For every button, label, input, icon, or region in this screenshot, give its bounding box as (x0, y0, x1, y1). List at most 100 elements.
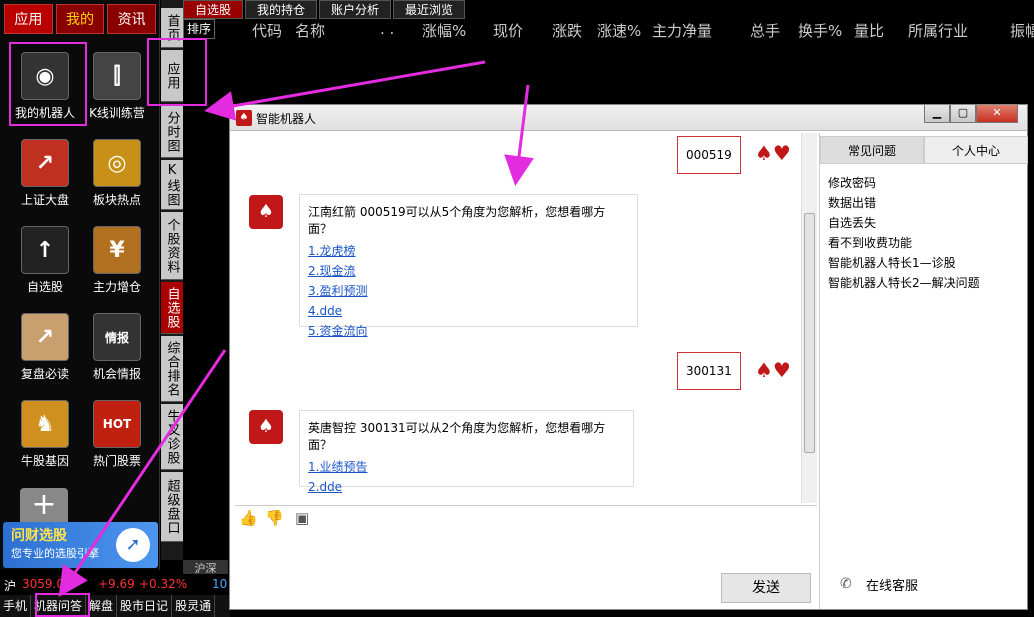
column-header[interactable]: 涨幅% (422, 20, 466, 41)
faq-item[interactable]: 修改密码 (828, 173, 1024, 193)
tab-account-analysis[interactable]: 账户分析 (319, 0, 392, 19)
window-titlebar[interactable]: ♠ 智能机器人 ▁ ▢ ✕ (230, 105, 1027, 131)
tab-personal-center[interactable]: 个人中心 (924, 136, 1028, 164)
faq-item[interactable]: 看不到收费功能 (828, 233, 1024, 253)
app-tile[interactable]: ↗ 复盘必读 (10, 303, 80, 383)
vtab-item[interactable]: 分时图 (161, 106, 183, 158)
hushen-tab[interactable]: 沪深 (183, 560, 228, 575)
column-header[interactable]: 换手% (798, 20, 842, 41)
app-label: 主力增仓 (92, 280, 141, 294)
app-tile[interactable]: ¥ 主力增仓 (82, 216, 152, 296)
annotation-box (35, 593, 90, 617)
link-earnings-preview[interactable]: 1.业绩预告 (308, 457, 625, 477)
app-label: K线训练营 (89, 106, 145, 120)
faq-item[interactable]: 数据出错 (828, 193, 1024, 213)
window-title: 智能机器人 (256, 112, 317, 126)
tab-apps[interactable]: 应用 (4, 4, 53, 34)
app-label: 上证大盘 (20, 193, 69, 207)
thumbs-down-icon[interactable]: 👎 (265, 509, 284, 527)
chat-area: 000519 ♠♥ ♠ 江南红箭 000519可以从5个角度为您解析，您想看哪方… (235, 133, 817, 505)
tab-watchlist[interactable]: 自选股 (183, 0, 244, 19)
analysis-button[interactable]: 解盘 (86, 595, 118, 617)
gulingtong-button[interactable]: 股灵通 (172, 595, 216, 617)
column-header[interactable]: 名称 (295, 20, 325, 41)
app-tile[interactable]: ↑ 自选股 (10, 216, 80, 296)
column-header[interactable]: 涨速% (597, 20, 641, 41)
robot-chat-window: ♠ 智能机器人 ▁ ▢ ✕ 000519 ♠♥ ♠ 江南红箭 000519可以从… (229, 104, 1028, 610)
reply-question: 英唐智控 300131可以从2个角度为您解析，您想看哪方面？ (308, 421, 606, 452)
tab-holdings[interactable]: 我的持仓 (245, 0, 318, 19)
app-tile[interactable]: ↗ 上证大盘 (10, 129, 80, 209)
app-label: 机会情报 (92, 367, 141, 381)
column-header[interactable]: . . (380, 20, 394, 38)
minimize-button[interactable]: ▁ (924, 105, 950, 123)
vtab-item[interactable]: 综合排名 (161, 336, 183, 402)
image-icon[interactable]: ▣ (295, 509, 309, 527)
phone-button[interactable]: 手机 (0, 595, 32, 617)
chat-scrollbar[interactable] (801, 133, 817, 503)
review-icon: ↗ (21, 313, 69, 361)
link-dde[interactable]: 2.dde (308, 477, 625, 497)
app-tile[interactable]: ⫿ K线训练营 (82, 42, 152, 122)
ticker-index: 3059.0 (22, 577, 64, 591)
column-header[interactable]: 涨跌 (552, 20, 582, 41)
send-button[interactable]: 发送 (721, 573, 811, 603)
faq-item[interactable]: 智能机器人特长2—解决问题 (828, 273, 1024, 293)
faq-item[interactable]: 自选丢失 (828, 213, 1024, 233)
ticker-market: 沪 (4, 579, 17, 593)
rocket-icon: ➚ (116, 528, 150, 562)
side-panel: 常见问题 个人中心 修改密码 数据出错 自选丢失 看不到收费功能 智能机器人特长1—诊股… (819, 133, 1028, 609)
app-tile[interactable]: ◎ 板块热点 (82, 129, 152, 209)
column-header[interactable]: 总手 (750, 20, 780, 41)
diary-button[interactable]: 股市日记 (117, 595, 173, 617)
app-tile[interactable]: 情报 机会情报 (82, 303, 152, 383)
app-tile[interactable]: ♞ 牛股基因 (10, 390, 80, 470)
add-app-button[interactable]: + (20, 488, 68, 522)
faq-item[interactable]: 智能机器人特长1—诊股 (828, 253, 1024, 273)
close-button[interactable]: ✕ (976, 105, 1018, 123)
thumbs-up-icon[interactable]: 👍 (239, 509, 258, 527)
user-message: 000519 (677, 136, 741, 174)
column-header[interactable]: 量比 (854, 20, 884, 41)
tab-mine[interactable]: 我的 (55, 4, 105, 34)
vtab-item[interactable]: 超级盘口 (161, 472, 183, 542)
money-bag-icon: ¥ (93, 226, 141, 274)
bull-icon: ♞ (21, 400, 69, 448)
tab-recent[interactable]: 最近浏览 (393, 0, 466, 19)
index-ticker: 沪 3059.0 +9.69 +0.32% 10 (0, 576, 230, 594)
annotation-box (147, 38, 207, 106)
message-input[interactable] (235, 530, 817, 570)
scroll-thumb[interactable] (804, 213, 815, 453)
app-tile[interactable]: HOT 热门股票 (82, 390, 152, 470)
tab-news[interactable]: 资讯 (107, 4, 157, 34)
link-fund-flow[interactable]: 5.资金流向 (308, 321, 629, 341)
maximize-button[interactable]: ▢ (950, 105, 976, 123)
column-header[interactable]: 所属行业 (908, 20, 968, 41)
user-avatar-icon: ♠♥ (755, 141, 791, 165)
sort-button[interactable]: 排序 (183, 19, 215, 39)
vtab-item[interactable]: K线图 (161, 160, 183, 210)
link-profit-forecast[interactable]: 3.盈利预测 (308, 281, 629, 301)
app-label: 自选股 (26, 280, 63, 294)
ticker-extra: 10 (212, 577, 228, 591)
vtab-item[interactable]: 个股资料 (161, 212, 183, 280)
annotation-box (9, 42, 87, 126)
robot-reply: 英唐智控 300131可以从2个角度为您解析，您想看哪方面？ 1.业绩预告 2.… (299, 410, 634, 494)
vtab-item[interactable]: 牛叉诊股 (161, 404, 183, 470)
column-header[interactable]: 振幅 (1010, 20, 1034, 41)
watchlist-icon: ↑ (21, 226, 69, 274)
column-header[interactable]: 现价 (493, 20, 523, 41)
wencai-banner[interactable]: 问财选股 您专业的选股引擎 ➚ (3, 522, 158, 568)
user-message: 300131 (677, 352, 741, 390)
link-dde[interactable]: 4.dde (308, 301, 629, 321)
robot-reply: 江南红箭 000519可以从5个角度为您解析，您想看哪方面？ 1.龙虎榜 2.现… (299, 194, 638, 338)
link-longhubang[interactable]: 1.龙虎榜 (308, 241, 629, 261)
column-header[interactable]: 代码 (252, 20, 282, 41)
phone-icon: ✆ (840, 576, 852, 592)
link-cashflow[interactable]: 2.现金流 (308, 261, 629, 281)
column-header[interactable]: 主力净量 (652, 20, 712, 41)
vtab-item[interactable]: 自选股 (161, 282, 183, 334)
tab-faq[interactable]: 常见问题 (820, 136, 924, 164)
online-service-link[interactable]: 在线客服 (866, 575, 918, 594)
column-headers: 代码 名称 . . 涨幅% 现价 涨跌 涨速% 主力净量 总手 换手% 量比 所属行业 振幅 (215, 20, 1034, 40)
